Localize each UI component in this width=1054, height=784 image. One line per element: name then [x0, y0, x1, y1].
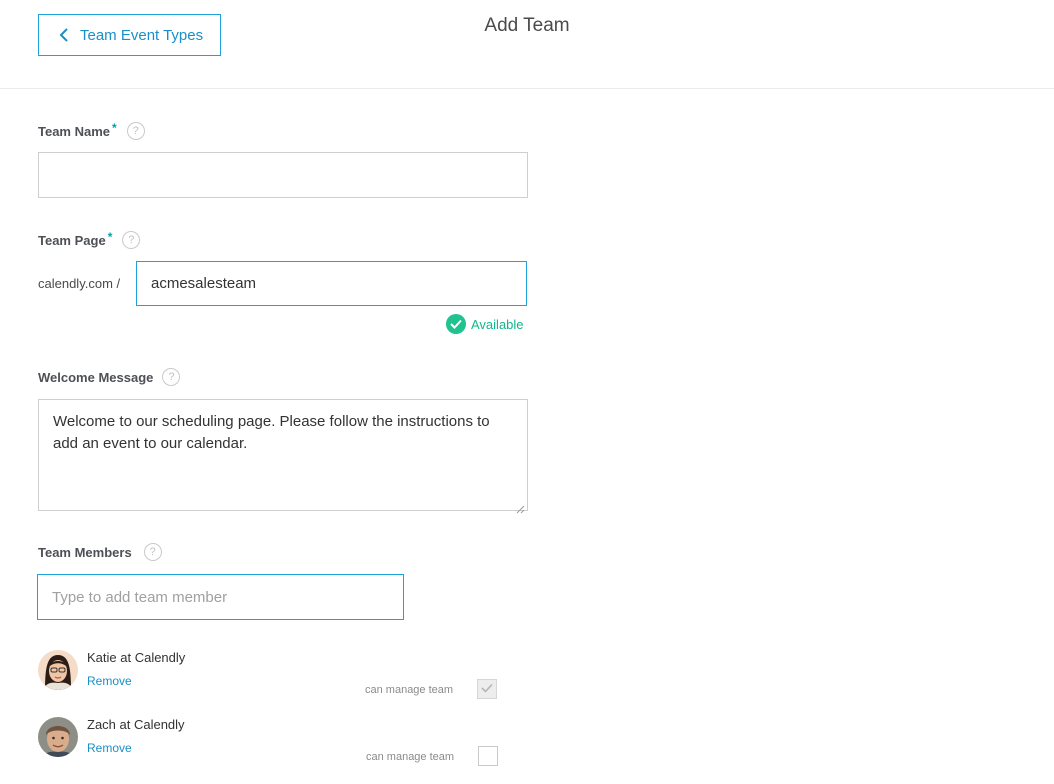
- team-page-label: Team Page * ?: [38, 230, 141, 249]
- header: Team Event Types Add Team: [0, 0, 1054, 89]
- resize-handle-icon[interactable]: [516, 499, 525, 514]
- checkmark-icon: [481, 680, 493, 698]
- availability-status: Available: [446, 314, 524, 334]
- required-mark: *: [107, 230, 113, 244]
- team-name-label: Team Name * ?: [38, 121, 145, 140]
- team-member-row: Katie at Calendly Remove: [38, 650, 185, 690]
- welcome-message-value: Welcome to our scheduling page. Please f…: [53, 413, 490, 452]
- team-name-label-text: Team Name: [38, 123, 111, 139]
- help-icon[interactable]: ?: [143, 543, 162, 561]
- availability-text: Available: [471, 316, 524, 332]
- team-name-input[interactable]: [38, 152, 528, 198]
- add-team-member-input[interactable]: Type to add team member: [37, 574, 404, 620]
- team-page-label-text: Team Page: [38, 232, 106, 248]
- remove-member-link[interactable]: Remove: [87, 674, 132, 688]
- can-manage-team-checkbox[interactable]: [477, 679, 497, 699]
- can-manage-team-label: can manage team: [365, 684, 454, 696]
- help-icon[interactable]: ?: [126, 122, 145, 140]
- welcome-message-label-text: Welcome Message: [38, 369, 154, 385]
- avatar: [38, 717, 78, 757]
- team-page-value: acmesalesteam: [151, 275, 257, 292]
- required-mark: *: [112, 121, 117, 135]
- check-circle-icon: [446, 314, 466, 334]
- can-manage-team-checkbox[interactable]: [478, 746, 498, 766]
- member-name: Katie at Calendly: [87, 650, 186, 665]
- team-page-input[interactable]: acmesalesteam: [136, 261, 527, 306]
- avatar: [38, 650, 78, 690]
- page-title: Add Team: [484, 15, 570, 36]
- add-team-member-placeholder: Type to add team member: [52, 588, 228, 606]
- team-members-label-text: Team Members: [38, 544, 132, 560]
- team-member-row: Zach at Calendly Remove: [38, 717, 185, 757]
- help-icon[interactable]: ?: [162, 368, 181, 386]
- welcome-message-textarea[interactable]: Welcome to our scheduling page. Please f…: [38, 399, 528, 514]
- team-members-label: Team Members ?: [38, 543, 162, 561]
- help-icon[interactable]: ?: [122, 231, 141, 249]
- welcome-message-label: Welcome Message ?: [38, 368, 181, 386]
- can-manage-team-label: can manage team: [366, 751, 455, 763]
- remove-member-link[interactable]: Remove: [87, 741, 132, 755]
- member-name: Zach at Calendly: [87, 717, 185, 732]
- team-page-url-prefix: calendly.com /: [38, 276, 121, 291]
